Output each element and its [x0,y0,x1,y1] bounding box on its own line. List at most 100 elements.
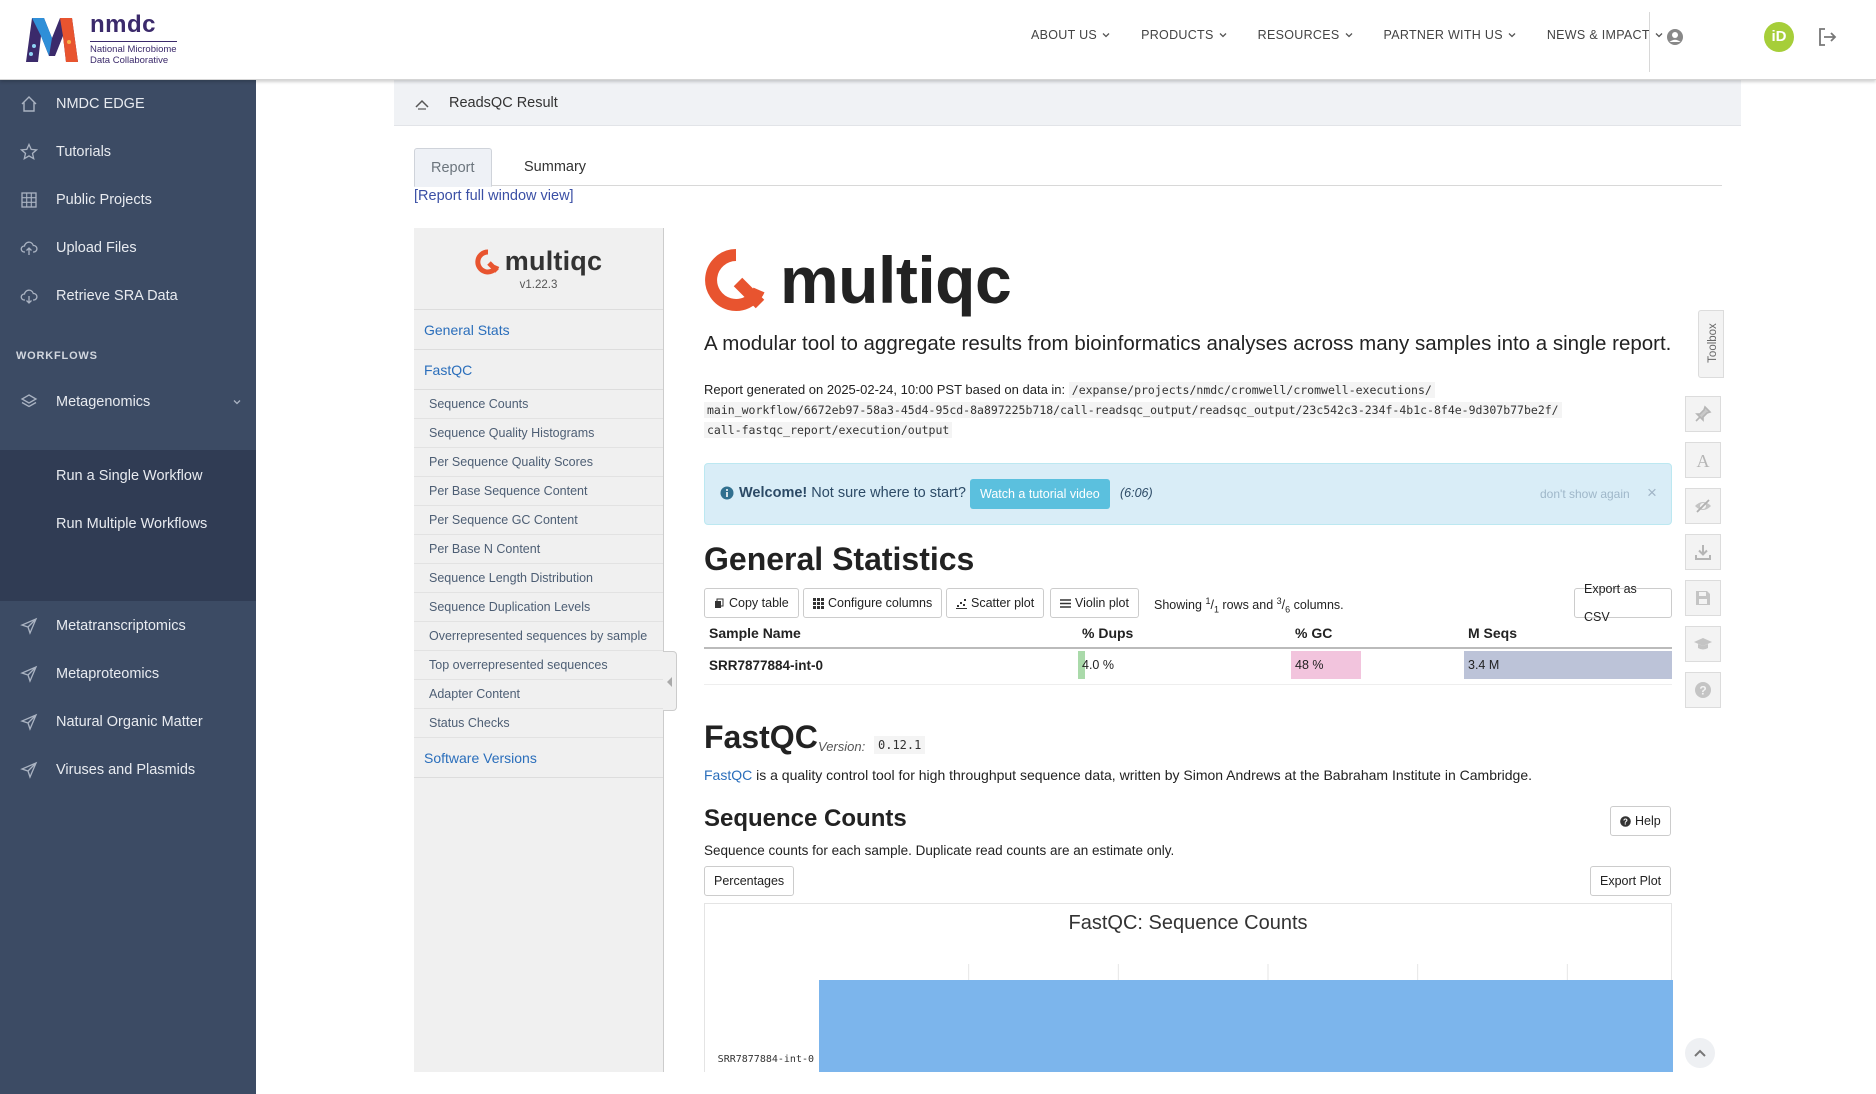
chevron-up-icon [1694,1049,1706,1057]
nav-adapter-content[interactable]: Adapter Content [414,680,663,709]
highlight-tool-button[interactable] [1685,396,1721,432]
multiqc-hero-logo: multiqc [704,242,1012,318]
nav-fastqc[interactable]: FastQC [414,350,663,390]
nav-top-overrepresented[interactable]: Top overrepresented sequences [414,651,663,680]
cloud-download-icon [20,289,38,304]
copy-table-button[interactable]: Copy table [704,588,799,618]
sidebar-item-natural-organic-matter[interactable]: Natural Organic Matter [0,698,256,746]
sidebar-item-upload-files[interactable]: Upload Files [0,224,256,272]
configure-columns-button[interactable]: Configure columns [803,588,943,618]
column-header-sample[interactable]: Sample Name [709,625,801,641]
sidebar-item-metatranscriptomics[interactable]: Metatranscriptomics [0,602,256,650]
column-header-mseqs[interactable]: M Seqs [1468,625,1517,641]
showing-mid: rows and [1218,598,1277,613]
sidebar-item-label: Natural Organic Matter [56,714,203,730]
result-header: ReadsQC Result [394,80,1741,126]
svg-text:?: ? [1623,817,1628,826]
showing-suffix: columns. [1290,598,1344,613]
rows-shown: 1 [1205,596,1211,606]
rename-tool-button[interactable]: A [1685,442,1721,478]
fastqc-description: FastQC is a quality control tool for hig… [704,767,1532,783]
category-label: SRR7877884-int-0 [718,1054,814,1065]
nav-sequence-quality-histograms[interactable]: Sequence Quality Histograms [414,419,663,448]
nav-status-checks[interactable]: Status Checks [414,709,663,738]
scatter-plot-button[interactable]: Scatter plot [946,588,1045,618]
star-icon [20,143,38,161]
orcid-icon[interactable]: iD [1764,22,1794,52]
column-header-gc[interactable]: % GC [1295,625,1332,641]
chevron-down-icon [1345,33,1352,38]
scroll-to-top-button[interactable] [1685,1038,1715,1068]
sidebar-item-retrieve-sra[interactable]: Retrieve SRA Data [0,272,256,320]
nav-sequence-duplication-levels[interactable]: Sequence Duplication Levels [414,593,663,622]
nav-per-sequence-quality-scores[interactable]: Per Sequence Quality Scores [414,448,663,477]
chevron-down-icon [1655,33,1663,38]
gc-cell: 48 % [1295,658,1324,672]
export-tool-button[interactable] [1685,534,1721,570]
nav-products[interactable]: PRODUCTS [1141,28,1227,42]
nav-per-base-n-content[interactable]: Per Base N Content [414,535,663,564]
nav-partner-with-us[interactable]: PARTNER WITH US [1384,28,1516,42]
nav-resources[interactable]: RESOURCES [1258,28,1353,42]
nav-general-stats[interactable]: General Stats [414,310,663,350]
nav-sequence-counts[interactable]: Sequence Counts [414,390,663,419]
multiqc-nav-logo[interactable]: multiqc v1.22.3 [414,228,663,310]
sidebar: NMDC EDGE Tutorials Public Projects Uplo… [0,80,256,1094]
percentages-button[interactable]: Percentages [704,866,795,896]
button-label: Export Plot [1600,874,1662,888]
sidebar-item-run-multiple-workflows[interactable]: Run Multiple Workflows [0,500,256,548]
nav-software-versions[interactable]: Software Versions [414,738,663,778]
report-full-window-link[interactable]: [Report full window view] [414,188,574,204]
sidebar-item-metaproteomics[interactable]: Metaproteomics [0,650,256,698]
close-icon[interactable]: × [1647,483,1657,503]
tutorial-button[interactable] [1685,626,1721,662]
graduation-cap-icon [1694,638,1712,650]
button-label: Help [1635,814,1661,828]
sidebar-item-viruses-and-plasmids[interactable]: Viruses and Plasmids [0,746,256,794]
nav-per-sequence-gc-content[interactable]: Per Sequence GC Content [414,506,663,535]
nmdc-logo[interactable]: nmdc National Microbiome Data Collaborat… [22,12,177,66]
nav-overrepresented-by-sample[interactable]: Overrepresented sequences by sample [414,622,663,651]
generated-prefix: Report generated on 2025-02-24, 10:00 PS… [704,382,1066,397]
help-tool-button[interactable]: ? [1685,672,1721,708]
help-button[interactable]: ? Help [1610,806,1671,836]
column-header-dups[interactable]: % Dups [1082,625,1133,641]
svg-text:A: A [1697,451,1710,470]
table-showing-info: Showing 1/1 rows and 3/6 columns. [1154,596,1344,615]
logout-icon[interactable] [1815,25,1839,49]
nav-per-base-sequence-content[interactable]: Per Base Sequence Content [414,477,663,506]
generated-path-3: call-fastqc_report/execution/output [704,422,953,438]
user-circle-icon[interactable] [1665,27,1685,47]
nav-news-impact[interactable]: NEWS & IMPACT [1547,28,1663,42]
export-plot-button[interactable]: Export Plot [1590,866,1672,896]
chevron-up-icon[interactable] [414,97,430,111]
send-icon [20,617,38,635]
sidebar-item-tutorials[interactable]: Tutorials [0,128,256,176]
nav-about-us[interactable]: ABOUT US [1031,28,1110,42]
eye-slash-icon [1695,499,1711,513]
tab-summary[interactable]: Summary [508,148,602,187]
download-icon [1695,545,1711,560]
toolbox-tab[interactable]: Toolbox [1698,310,1724,378]
tab-report[interactable]: Report [414,148,492,187]
violin-plot-button[interactable]: Violin plot [1050,588,1139,618]
dont-show-again-link[interactable]: don't show again [1540,487,1630,501]
welcome-message: Welcome! Not sure where to start? [739,485,966,501]
nav-sequence-length-distribution[interactable]: Sequence Length Distribution [414,564,663,593]
export-csv-button[interactable]: Export as CSV [1574,582,1672,624]
mseqs-cell: 3.4 M [1468,658,1500,672]
sidebar-item-nmdc-edge[interactable]: NMDC EDGE [0,80,256,128]
sidebar-item-metagenomics[interactable]: Metagenomics [0,378,256,426]
collapse-nav-handle[interactable] [663,651,677,711]
list-icon [1060,598,1071,608]
save-settings-button[interactable] [1685,580,1721,616]
generated-path-1: /expanse/projects/nmdc/cromwell/cromwell… [1068,382,1435,398]
brand-subtitle: National Microbiome Data Collaborative [90,40,177,66]
sidebar-item-run-single-workflow[interactable]: Run a Single Workflow [0,452,256,500]
hide-samples-button[interactable] [1685,488,1721,524]
info-icon [720,486,734,500]
sidebar-item-public-projects[interactable]: Public Projects [0,176,256,224]
brand-subtitle-line1: National Microbiome [90,43,177,55]
watch-tutorial-button[interactable]: Watch a tutorial video [970,479,1110,509]
fastqc-link[interactable]: FastQC [704,767,752,783]
